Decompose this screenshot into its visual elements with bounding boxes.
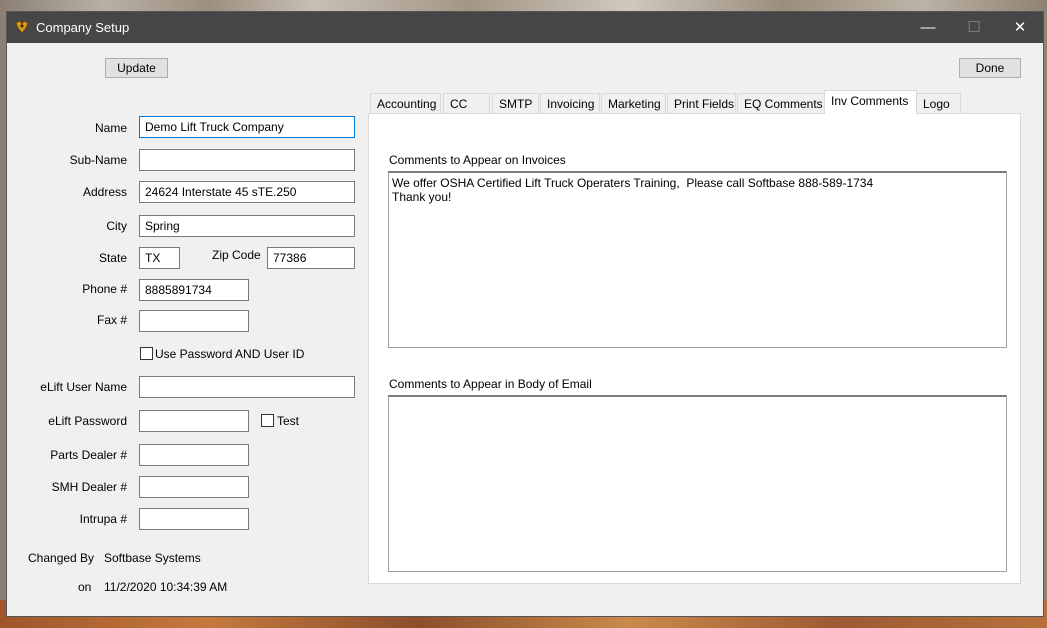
- close-button[interactable]: ✕: [997, 12, 1043, 43]
- use-password-checkbox[interactable]: [140, 347, 153, 360]
- state-field[interactable]: TX: [139, 247, 180, 269]
- address-field[interactable]: 24624 Interstate 45 sTE.250: [139, 181, 355, 203]
- company-setup-window: Company Setup — ☐ ✕ Update Done Name Dem…: [7, 12, 1043, 616]
- elift-password-label: eLift Password: [48, 414, 127, 428]
- smh-dealer-label: SMH Dealer #: [51, 480, 127, 494]
- tab-accounting[interactable]: Accounting: [370, 93, 441, 113]
- email-comments-label: Comments to Appear in Body of Email: [389, 377, 592, 391]
- smh-dealer-field[interactable]: [139, 476, 249, 498]
- minimize-icon: —: [920, 19, 936, 36]
- tab-marketing[interactable]: Marketing: [601, 93, 666, 113]
- subname-label: Sub-Name: [69, 153, 127, 167]
- phone-field[interactable]: 8885891734: [139, 279, 249, 301]
- address-label: Address: [82, 185, 127, 199]
- city-label: City: [106, 219, 127, 233]
- intrupa-field[interactable]: [139, 508, 249, 530]
- email-comments-textarea[interactable]: [388, 395, 1007, 572]
- fax-field[interactable]: [139, 310, 249, 332]
- parts-dealer-label: Parts Dealer #: [50, 448, 127, 462]
- maximize-button[interactable]: ☐: [951, 12, 997, 43]
- maximize-icon: ☐: [967, 19, 981, 36]
- tab-print-fields[interactable]: Print Fields: [667, 93, 736, 113]
- state-label: State: [98, 251, 127, 265]
- test-label: Test: [277, 414, 300, 428]
- name-field[interactable]: Demo Lift Truck Company: [139, 116, 355, 138]
- zip-code-field[interactable]: 77386: [267, 247, 355, 269]
- minimize-button[interactable]: —: [905, 12, 951, 43]
- elift-user-label: eLift User Name: [40, 380, 127, 394]
- invoice-comments-textarea[interactable]: We offer OSHA Certified Lift Truck Opera…: [388, 171, 1007, 348]
- changed-on-value: 11/2/2020 10:34:39 AM: [104, 580, 228, 594]
- tab-inv-comments[interactable]: Inv Comments: [824, 90, 917, 114]
- update-button[interactable]: Update: [105, 58, 168, 78]
- parts-dealer-field[interactable]: [139, 444, 249, 466]
- window-title: Company Setup: [36, 20, 130, 35]
- elift-user-field[interactable]: [139, 376, 355, 398]
- name-label: Name: [94, 121, 127, 135]
- intrupa-label: Intrupa #: [79, 512, 127, 526]
- tab-cc[interactable]: CC: [443, 93, 490, 113]
- done-button[interactable]: Done: [959, 58, 1021, 78]
- inv-comments-panel: Comments to Appear on Invoices We offer …: [368, 113, 1021, 584]
- use-password-label: Use Password AND User ID: [155, 347, 305, 361]
- changed-on-label: on: [78, 580, 92, 594]
- test-checkbox[interactable]: [261, 414, 274, 427]
- title-bar: Company Setup — ☐ ✕: [7, 12, 1043, 43]
- subname-field[interactable]: [139, 149, 355, 171]
- fax-label: Fax #: [96, 313, 127, 327]
- tab-logo[interactable]: Logo: [916, 93, 961, 113]
- app-logo-icon: [15, 20, 29, 34]
- invoice-comments-label: Comments to Appear on Invoices: [389, 153, 566, 167]
- tab-eq-comments[interactable]: EQ Comments: [737, 93, 825, 113]
- changed-by-label: Changed By: [28, 551, 95, 565]
- phone-label: Phone #: [82, 282, 127, 296]
- changed-by-value: Softbase Systems: [104, 551, 201, 565]
- tab-smtp[interactable]: SMTP: [492, 93, 539, 113]
- close-icon: ✕: [1013, 19, 1027, 36]
- city-field[interactable]: Spring: [139, 215, 355, 237]
- zip-code-label: Zip Code: [212, 248, 261, 262]
- tab-invoicing[interactable]: Invoicing: [540, 93, 600, 113]
- elift-password-field[interactable]: [139, 410, 249, 432]
